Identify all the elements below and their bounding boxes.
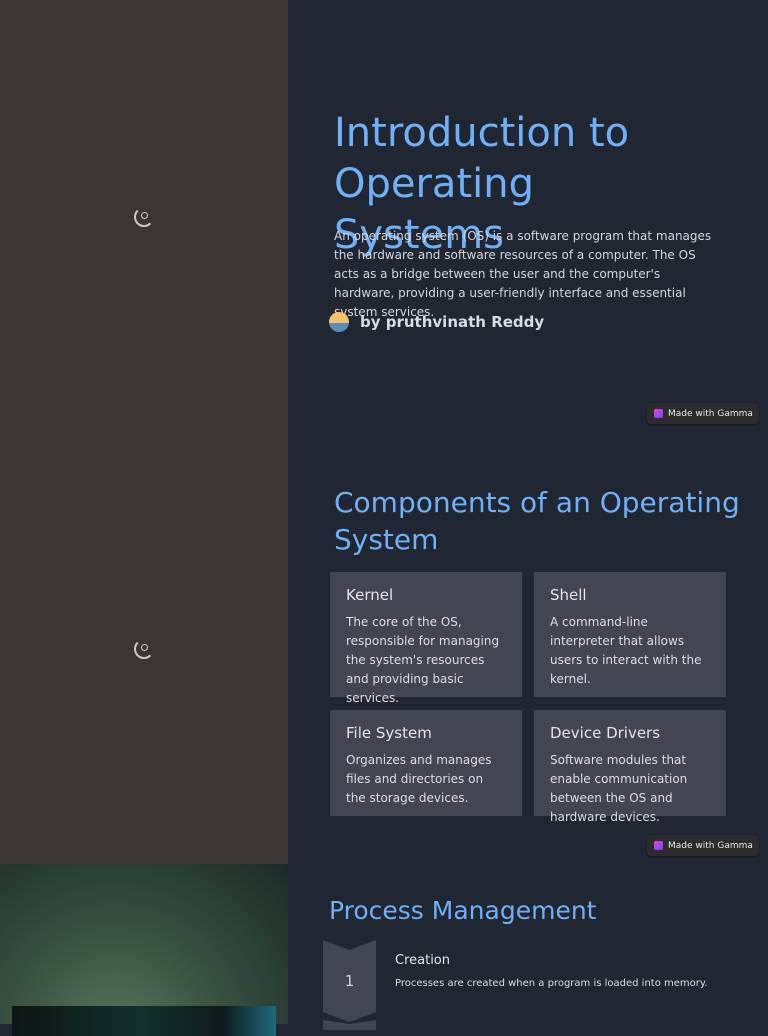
card-text: Organizes and manages files and director…: [346, 753, 492, 805]
avatar: [329, 312, 349, 332]
card-title: File System: [346, 724, 432, 742]
made-with-gamma-button[interactable]: Made with Gamma: [647, 835, 759, 856]
author-name: by pruthvinath Reddy: [360, 313, 545, 331]
loading-search-icon: [134, 639, 154, 659]
card-title: Device Drivers: [550, 724, 661, 742]
intro-description: An operating system (OS) is a software p…: [334, 229, 712, 319]
gamma-logo-icon: [654, 409, 663, 418]
step-number-chevron: 1: [323, 940, 376, 1022]
step-text: Processes are created when a program is …: [395, 978, 708, 989]
card-title: Shell: [550, 586, 587, 604]
author-line: by pruthvinath Reddy: [329, 312, 544, 332]
loading-search-icon: [134, 207, 154, 227]
section-title: Process Management: [329, 896, 597, 925]
badge-label: Made with Gamma: [668, 408, 753, 419]
inner-image: [12, 1006, 276, 1036]
card-file-system: File System Organizes and manages files a…: [330, 710, 522, 816]
card-text: The core of the OS, responsible for mana…: [346, 615, 500, 705]
card-title: Kernel: [346, 586, 394, 604]
card-shell: Shell A command-line interpreter that all…: [534, 572, 726, 697]
step-title: Creation: [395, 953, 451, 968]
step-number: 1: [344, 972, 355, 990]
made-with-gamma-button[interactable]: Made with Gamma: [647, 403, 759, 424]
image-placeholder-panel: [0, 0, 288, 864]
card-device-drivers: Device Drivers Software modules that enab…: [534, 710, 726, 824]
badge-label: Made with Gamma: [668, 840, 753, 851]
section-title: Components of an Operating System: [334, 486, 740, 556]
gamma-logo-icon: [654, 841, 663, 850]
slide-image: [0, 864, 288, 1036]
card-text: A command-line interpreter that allows u…: [550, 615, 702, 686]
card-text: Software modules that enable communicati…: [550, 753, 688, 824]
card-kernel: Kernel The core of the OS, responsible fo…: [330, 572, 522, 705]
